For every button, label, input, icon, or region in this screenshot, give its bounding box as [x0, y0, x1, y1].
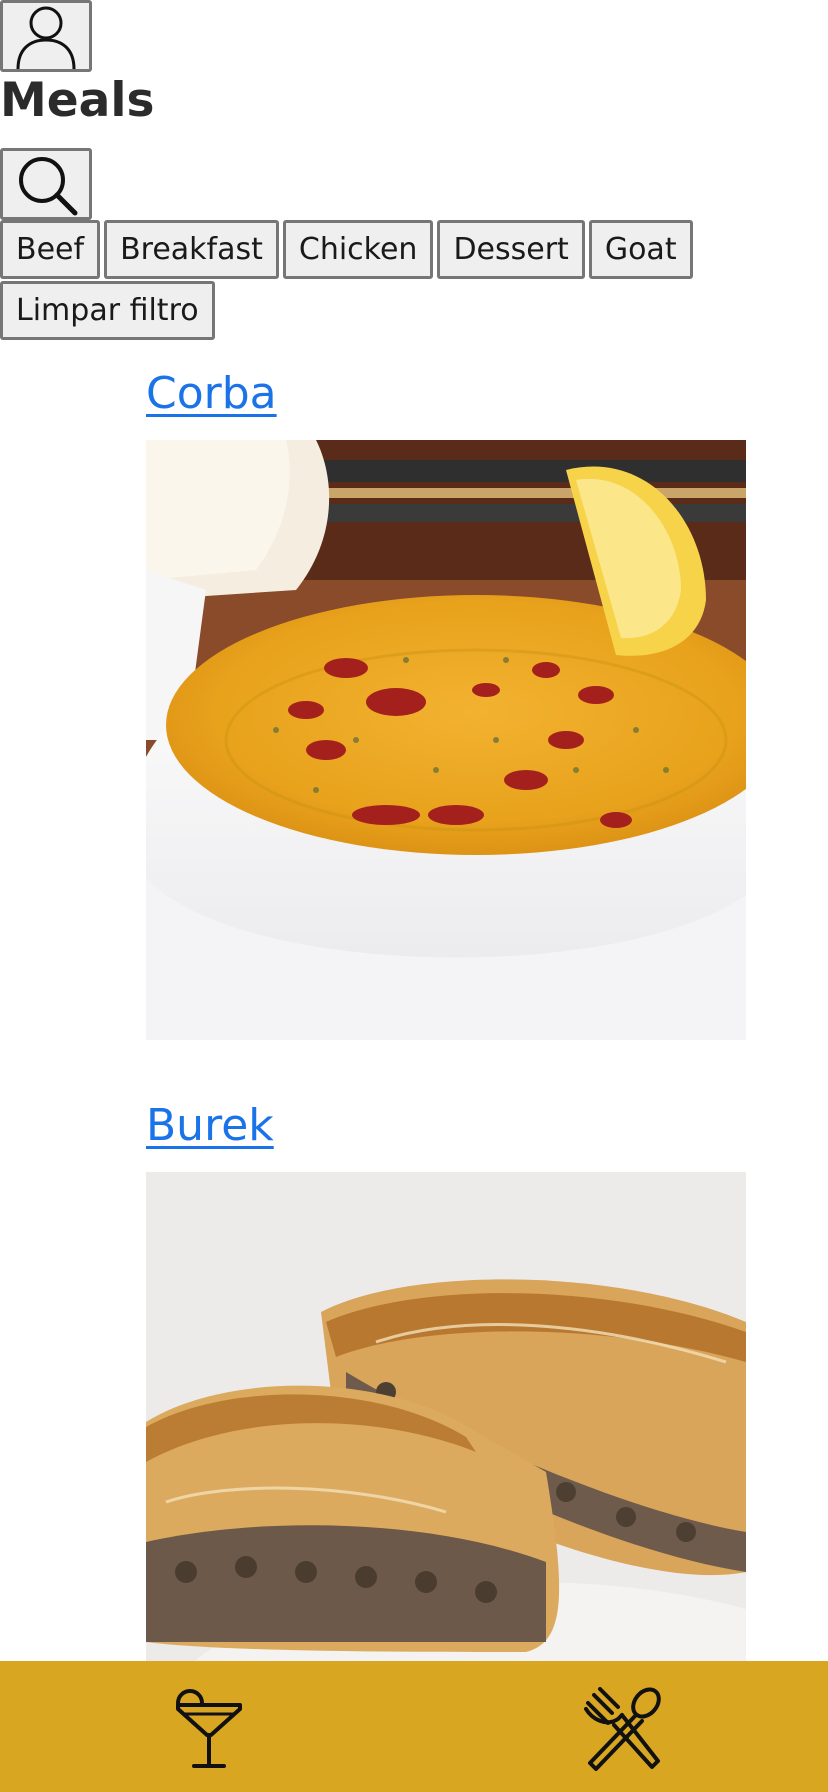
filter-button-chicken[interactable]: Chicken	[282, 220, 434, 279]
category-filter-bar: Beef Breakfast Chicken Dessert Goat Limp…	[0, 220, 828, 340]
meal-card-title[interactable]: Burek	[146, 1094, 746, 1158]
profile-icon	[16, 6, 76, 70]
meal-card-title[interactable]: Corba	[146, 362, 746, 426]
search-icon	[19, 157, 78, 216]
filter-button-goat[interactable]: Goat	[588, 220, 693, 279]
filter-button-breakfast[interactable]: Breakfast	[104, 220, 279, 279]
clear-filter-button[interactable]: Limpar filtro	[0, 281, 215, 340]
filter-button-dessert[interactable]: Dessert	[437, 220, 585, 279]
meal-list: Corba Burek	[146, 362, 746, 1792]
drinks-nav-button[interactable]	[164, 1683, 254, 1773]
meal-card: Corba	[146, 362, 746, 1040]
corba-photo[interactable]	[146, 440, 746, 1040]
bottom-navigation	[0, 1661, 828, 1792]
search-toggle-button[interactable]	[0, 148, 92, 220]
fork-spoon-icon	[584, 1687, 661, 1771]
page-title: Meals	[0, 73, 155, 128]
meals-nav-button[interactable]	[578, 1683, 668, 1773]
cocktail-icon	[176, 1689, 242, 1768]
meals-page: Meals Beef Breakfast Chicken Dessert Goa…	[0, 0, 828, 1792]
filter-button-beef[interactable]: Beef	[0, 220, 101, 279]
profile-button[interactable]	[0, 0, 92, 72]
